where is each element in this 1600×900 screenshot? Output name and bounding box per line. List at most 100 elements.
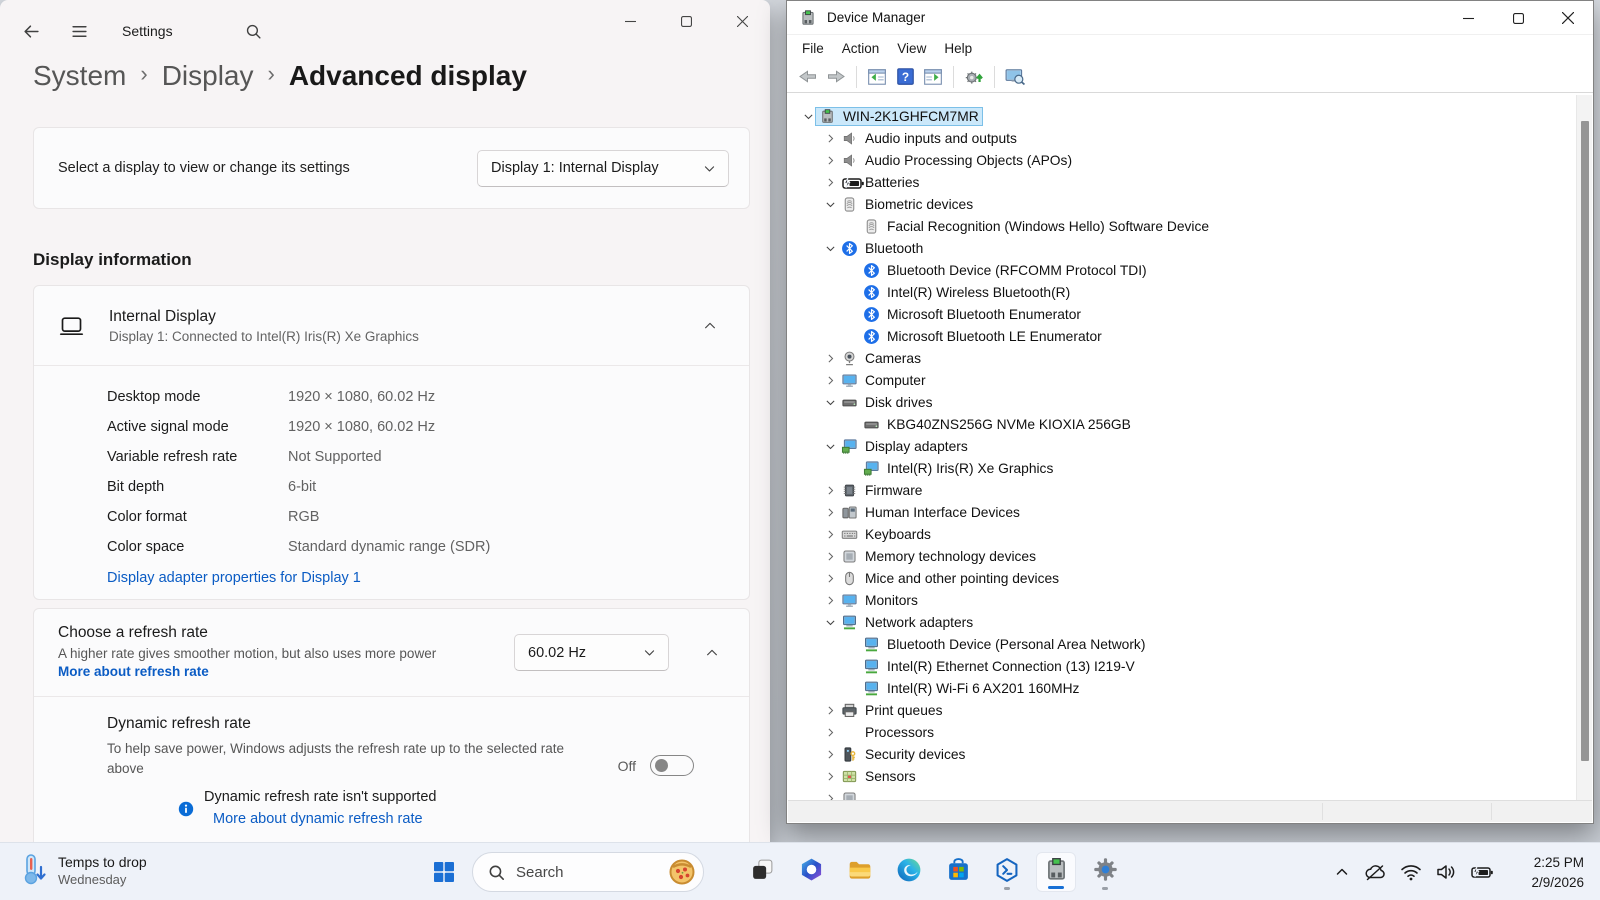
tree-row[interactable]: Audio Processing Objects (APOs): [788, 149, 1576, 171]
tree-row[interactable]: Intel(R) Ethernet Connection (13) I219-V: [788, 655, 1576, 677]
task-view-button[interactable]: [742, 852, 782, 892]
tree-row[interactable]: Print queues: [788, 699, 1576, 721]
expand-chevron-icon[interactable]: [822, 196, 838, 212]
tree-row[interactable]: Processors: [788, 721, 1576, 743]
expand-chevron-icon[interactable]: [822, 174, 838, 190]
tree-row[interactable]: Security devices: [788, 743, 1576, 765]
tree-row[interactable]: Human Interface Devices: [788, 501, 1576, 523]
expand-chevron-icon[interactable]: [822, 790, 838, 800]
tree-row[interactable]: Bluetooth Device (Personal Area Network): [788, 633, 1576, 655]
expand-chevron-icon[interactable]: [822, 592, 838, 608]
close-button[interactable]: [1543, 1, 1593, 35]
chevron-up-icon[interactable]: [1334, 864, 1350, 880]
expand-chevron-icon[interactable]: [822, 746, 838, 762]
expand-chevron-icon[interactable]: [822, 570, 838, 586]
update-driver-button[interactable]: [961, 64, 987, 90]
expand-chevron-icon[interactable]: [822, 438, 838, 454]
expand-chevron-icon[interactable]: [822, 526, 838, 542]
navigation-menu-icon[interactable]: [66, 18, 92, 44]
tree-row[interactable]: Microsoft Bluetooth Enumerator: [788, 303, 1576, 325]
vertical-scrollbar[interactable]: [1576, 95, 1592, 800]
more-about-refresh-rate-link[interactable]: More about refresh rate: [58, 664, 209, 679]
expand-chevron-icon[interactable]: [822, 702, 838, 718]
tree-row[interactable]: Bluetooth Device (RFCOMM Protocol TDI): [788, 259, 1576, 281]
wifi-icon[interactable]: [1400, 863, 1422, 881]
tree-row[interactable]: Disk drives: [788, 391, 1576, 413]
expand-chevron-icon[interactable]: [822, 482, 838, 498]
nav-forward-button[interactable]: [823, 64, 849, 90]
help-button[interactable]: ?: [892, 64, 918, 90]
tree-row[interactable]: Intel(R) Wi-Fi 6 AX201 160MHz: [788, 677, 1576, 699]
scan-button[interactable]: [1002, 64, 1028, 90]
breadcrumb-display[interactable]: Display: [162, 60, 254, 92]
tree-row[interactable]: Audio inputs and outputs: [788, 127, 1576, 149]
nav-back-button[interactable]: [795, 64, 821, 90]
edge-button[interactable]: [889, 852, 929, 892]
tree-row[interactable]: WIN-2K1GHFCM7MR: [788, 105, 1576, 127]
expand-chevron-icon[interactable]: [822, 152, 838, 168]
powershell-button[interactable]: [987, 852, 1027, 892]
display-card-header[interactable]: Internal Display Display 1: Connected to…: [34, 286, 749, 366]
settings-button[interactable]: [1085, 852, 1125, 892]
expand-chevron-icon[interactable]: [822, 614, 838, 630]
drr-toggle[interactable]: [650, 755, 694, 776]
cloud-off-icon[interactable]: [1363, 862, 1387, 882]
tree-row[interactable]: Firmware: [788, 479, 1576, 501]
back-button[interactable]: [18, 18, 44, 44]
menu-help[interactable]: Help: [935, 38, 981, 59]
menu-action[interactable]: Action: [833, 38, 889, 59]
expand-chevron-icon[interactable]: [822, 372, 838, 388]
tree-row[interactable]: Mice and other pointing devices: [788, 567, 1576, 589]
expand-chevron-icon[interactable]: [800, 108, 816, 124]
maximize-button[interactable]: [1493, 1, 1543, 35]
expand-chevron-icon[interactable]: [822, 240, 838, 256]
tree-row[interactable]: Microsoft Bluetooth LE Enumerator: [788, 325, 1576, 347]
horizontal-scrollbar[interactable]: [788, 800, 1592, 822]
search-icon[interactable]: [240, 18, 266, 44]
tree-row[interactable]: Bluetooth: [788, 237, 1576, 259]
tree-row[interactable]: Batteries: [788, 171, 1576, 193]
tree-row[interactable]: Display adapters: [788, 435, 1576, 457]
tree-row[interactable]: [788, 787, 1576, 800]
weather-widget[interactable]: Temps to drop Wednesday: [12, 851, 155, 889]
expand-chevron-icon[interactable]: [822, 394, 838, 410]
battery-icon[interactable]: [1470, 863, 1494, 881]
menu-view[interactable]: View: [888, 38, 935, 59]
breadcrumb-system[interactable]: System: [33, 60, 126, 92]
collapse-chevron-icon[interactable]: [697, 638, 727, 668]
selected-tree-item[interactable]: WIN-2K1GHFCM7MR: [815, 106, 983, 126]
tree-row[interactable]: Intel(R) Iris(R) Xe Graphics: [788, 457, 1576, 479]
expand-chevron-icon[interactable]: [822, 130, 838, 146]
collapse-chevron-icon[interactable]: [695, 311, 725, 341]
file-explorer-button[interactable]: [840, 852, 880, 892]
properties-button[interactable]: [920, 64, 946, 90]
tree-row[interactable]: Intel(R) Wireless Bluetooth(R): [788, 281, 1576, 303]
menu-file[interactable]: File: [793, 38, 833, 59]
display-adapter-properties-link[interactable]: Display adapter properties for Display 1: [107, 570, 361, 586]
expand-chevron-icon[interactable]: [822, 548, 838, 564]
more-about-drr-link[interactable]: More about dynamic refresh rate: [213, 811, 423, 827]
expand-chevron-icon[interactable]: [822, 504, 838, 520]
expand-chevron-icon[interactable]: [822, 768, 838, 784]
expand-chevron-icon[interactable]: [822, 350, 838, 366]
tree-row[interactable]: Memory technology devices: [788, 545, 1576, 567]
maximize-button[interactable]: [658, 0, 714, 42]
display-select-dropdown[interactable]: Display 1: Internal Display: [477, 149, 729, 187]
minimize-button[interactable]: [602, 0, 658, 42]
refresh-rate-dropdown[interactable]: 60.02 Hz: [514, 634, 669, 671]
volume-icon[interactable]: [1435, 863, 1457, 881]
minimize-button[interactable]: [1443, 1, 1493, 35]
close-button[interactable]: [714, 0, 770, 42]
search-box[interactable]: Search: [472, 852, 704, 892]
tree-row[interactable]: Monitors: [788, 589, 1576, 611]
start-button[interactable]: [424, 852, 464, 892]
expand-chevron-icon[interactable]: [822, 724, 838, 740]
scrollbar-thumb[interactable]: [1581, 121, 1589, 761]
clock[interactable]: 2:25 PM 2/9/2026: [1525, 851, 1590, 893]
microsoft365-button[interactable]: [791, 852, 831, 892]
tree-row[interactable]: KBG40ZNS256G NVMe KIOXIA 256GB: [788, 413, 1576, 435]
console-tree-button[interactable]: [864, 64, 890, 90]
tree-row[interactable]: Keyboards: [788, 523, 1576, 545]
tree-row[interactable]: Biometric devices: [788, 193, 1576, 215]
device-manager-button[interactable]: [1036, 852, 1076, 892]
